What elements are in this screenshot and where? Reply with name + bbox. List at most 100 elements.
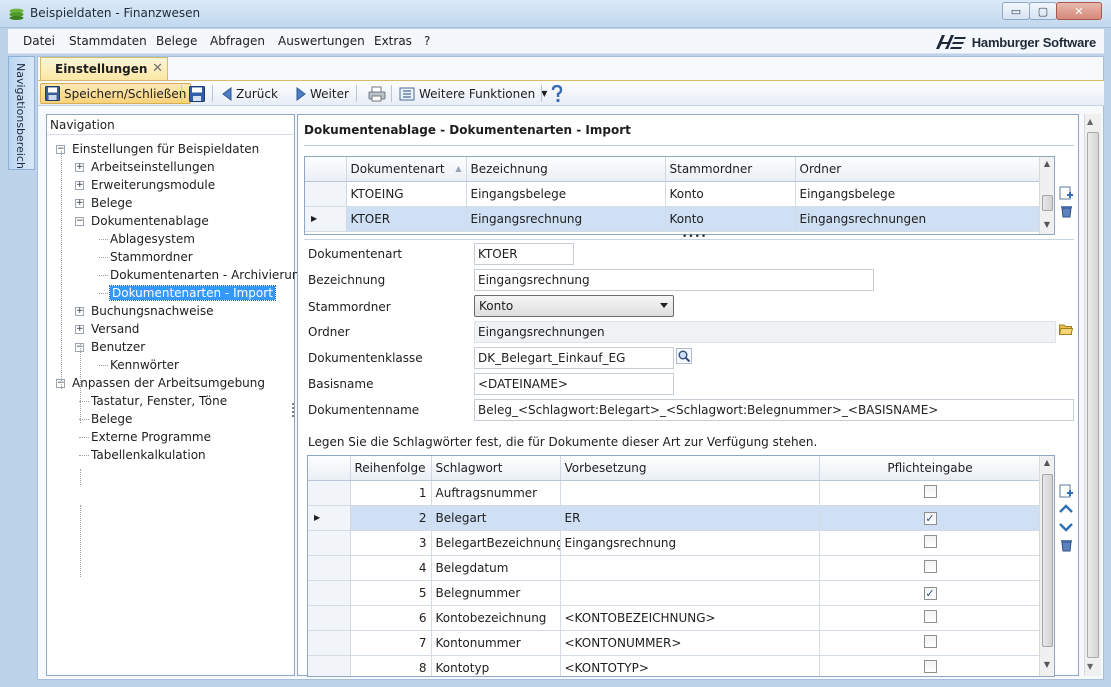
cell-schlagwort[interactable]: Auftragsnummer	[431, 480, 561, 506]
table-row[interactable]: 7 Kontonummer <KONTONUMMER>	[308, 630, 1042, 656]
panel-splitter-handle[interactable]	[291, 402, 295, 420]
cell-schlagwort[interactable]: Kontotyp	[431, 655, 561, 676]
dokumentenklasse-field[interactable]: DK_Belegart_Einkauf_EG	[474, 347, 674, 369]
scroll-thumb[interactable]	[1042, 195, 1053, 211]
current-row-marker-icon[interactable]: ▶	[308, 505, 351, 531]
folder-open-icon[interactable]	[1059, 323, 1073, 336]
ordner-field[interactable]: Eingangsrechnungen	[474, 321, 1056, 343]
cell-pflichteingabe[interactable]: ✓	[819, 505, 1042, 531]
collapse-icon[interactable]: −	[75, 217, 84, 226]
expand-icon[interactable]: +	[75, 199, 84, 208]
tree-node[interactable]: Kennwörter	[110, 357, 179, 373]
table-row-selected[interactable]: ▶ 2 Belegart ER ✓	[308, 505, 1042, 531]
help-button[interactable]	[546, 83, 568, 104]
more-functions-button[interactable]: Weitere Funktionen ▼	[395, 83, 551, 104]
tree-node[interactable]: Tastatur, Fenster, Töne	[91, 393, 227, 409]
tab-close-icon[interactable]: ✕	[152, 61, 163, 76]
cell-vorbesetzung[interactable]	[560, 580, 820, 606]
window-title-bar[interactable]: Beispieldaten - Finanzwesen ▭ ▢ ✕	[0, 0, 1111, 28]
cell-reihenfolge[interactable]: 7	[350, 630, 432, 656]
expand-icon[interactable]: +	[75, 181, 84, 190]
cell-vorbesetzung[interactable]: <KONTONUMMER>	[560, 630, 820, 656]
save-button[interactable]	[185, 83, 209, 104]
expand-icon[interactable]: +	[75, 325, 84, 334]
row-selector[interactable]	[305, 181, 347, 207]
cell-vorbesetzung[interactable]: ER	[560, 505, 820, 531]
cell-vorbesetzung[interactable]: <KONTOTYP>	[560, 655, 820, 676]
column-header-pflichteingabe[interactable]: Pflichteingabe	[819, 456, 1042, 481]
cell-dokumentenart[interactable]: KTOER	[346, 206, 467, 232]
tree-node[interactable]: Stammordner	[110, 249, 193, 265]
menu-help[interactable]: ?	[424, 34, 430, 48]
cell-bezeichnung[interactable]: Eingangsrechnung	[466, 206, 666, 232]
print-button[interactable]	[364, 83, 390, 104]
scroll-down-icon[interactable]: ▼	[1087, 662, 1093, 671]
maximize-button[interactable]: ▢	[1029, 2, 1057, 20]
menu-belege[interactable]: Belege	[156, 34, 197, 48]
cell-reihenfolge[interactable]: 2	[350, 505, 432, 531]
row-selector[interactable]	[308, 555, 351, 581]
tree-node[interactable]: Ablagesystem	[110, 231, 195, 247]
column-header-bezeichnung[interactable]: Bezeichnung	[466, 157, 666, 182]
cell-reihenfolge[interactable]: 8	[350, 655, 432, 676]
cell-dokumentenart[interactable]: KTOEING	[346, 181, 467, 207]
page-scrollbar[interactable]: ▲ ▼	[1084, 114, 1101, 676]
tree-node[interactable]: Benutzer	[91, 339, 145, 355]
tree-node[interactable]: Einstellungen für Beispieldaten	[72, 141, 259, 157]
bezeichnung-field[interactable]: Eingangsrechnung	[474, 269, 874, 291]
move-down-button[interactable]	[1058, 519, 1074, 535]
tree-node[interactable]: Belege	[91, 195, 132, 211]
tree-node[interactable]: Versand	[91, 321, 139, 337]
column-header-ordner[interactable]: Ordner	[795, 157, 1042, 182]
cell-schlagwort[interactable]: Kontonummer	[431, 630, 561, 656]
expand-icon[interactable]: +	[75, 163, 84, 172]
cell-vorbesetzung[interactable]: Eingangsrechnung	[560, 530, 820, 556]
cell-reihenfolge[interactable]: 6	[350, 605, 432, 631]
move-up-button[interactable]	[1058, 501, 1074, 517]
cell-schlagwort[interactable]: BelegartBezeichnung	[431, 530, 561, 556]
navigation-area-toggle[interactable]: Navigationsbereich	[8, 56, 35, 170]
required-checkbox-checked[interactable]: ✓	[923, 586, 937, 600]
cell-pflichteingabe[interactable]	[819, 630, 1042, 656]
cell-stammordner[interactable]: Konto	[665, 181, 796, 207]
row-selector[interactable]	[308, 605, 351, 631]
menu-extras[interactable]: Extras	[374, 34, 412, 48]
forward-button[interactable]: Weiter	[292, 83, 353, 104]
table-row[interactable]: 4 Belegdatum	[308, 555, 1042, 581]
column-header-stammordner[interactable]: Stammordner	[665, 157, 796, 182]
column-header-dokumentenart[interactable]: Dokumentenart ▲	[346, 157, 467, 182]
grid-resize-grip[interactable]: ••••	[682, 232, 707, 242]
cell-vorbesetzung[interactable]	[560, 555, 820, 581]
tree-node[interactable]: Dokumentenarten - Archivierung	[110, 267, 307, 283]
grid-scrollbar[interactable]: ▲ ▼	[1039, 157, 1054, 234]
cell-vorbesetzung[interactable]	[560, 480, 820, 506]
search-button[interactable]	[676, 348, 692, 364]
expand-icon[interactable]: +	[75, 307, 84, 316]
cell-vorbesetzung[interactable]: <KONTOBEZEICHNUNG>	[560, 605, 820, 631]
required-checkbox[interactable]	[923, 559, 937, 573]
keywords-scrollbar[interactable]: ▲ ▼	[1039, 456, 1054, 676]
current-row-marker-icon[interactable]: ▶	[305, 206, 347, 232]
tree-node[interactable]: Buchungsnachweise	[91, 303, 213, 319]
tree-node[interactable]: Tabellenkalkulation	[91, 447, 206, 463]
menu-abfragen[interactable]: Abfragen	[210, 34, 265, 48]
required-checkbox[interactable]	[923, 634, 937, 648]
cell-pflichteingabe[interactable]	[819, 480, 1042, 506]
tree-node[interactable]: Anpassen der Arbeitsumgebung	[72, 375, 265, 391]
back-button[interactable]: Zurück	[218, 83, 282, 104]
cell-schlagwort[interactable]: Belegdatum	[431, 555, 561, 581]
menu-stammdaten[interactable]: Stammdaten	[69, 34, 147, 48]
dokumentenname-field[interactable]: Beleg_<Schlagwort:Belegart>_<Schlagwort:…	[474, 399, 1074, 421]
dokumentenart-field[interactable]: KTOER	[474, 243, 574, 265]
cell-schlagwort[interactable]: Kontobezeichnung	[431, 605, 561, 631]
row-selector[interactable]	[308, 655, 351, 676]
cell-pflichteingabe[interactable]	[819, 530, 1042, 556]
tree-node[interactable]: Erweiterungsmodule	[91, 177, 215, 193]
column-header-reihenfolge[interactable]: Reihenfolge	[350, 456, 432, 481]
table-row-selected[interactable]: ▶ KTOER Eingangsrechnung Konto Eingangsr…	[305, 206, 1042, 232]
scroll-up-icon[interactable]: ▲	[1040, 159, 1054, 173]
table-row[interactable]: 1 Auftragsnummer	[308, 480, 1042, 506]
save-close-button[interactable]: Speichern/Schließen	[40, 83, 192, 104]
column-header-schlagwort[interactable]: Schlagwort	[431, 456, 561, 481]
add-row-button[interactable]	[1058, 185, 1074, 201]
